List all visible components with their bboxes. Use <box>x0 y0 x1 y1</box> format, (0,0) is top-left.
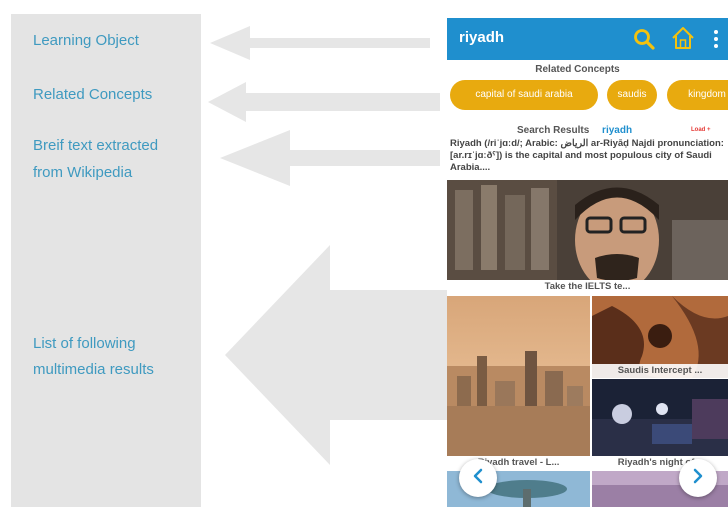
app-title: riyadh <box>459 29 505 46</box>
arrow-brief-text <box>220 130 440 186</box>
home-icon[interactable] <box>669 24 697 57</box>
search-results-label: Search Results <box>517 125 590 136</box>
arrow-related-concepts <box>208 82 440 122</box>
menu-icon[interactable] <box>713 29 719 54</box>
app-bar: riyadh <box>447 18 728 60</box>
concept-chip[interactable]: capital of saudi arabia <box>450 80 598 110</box>
arrow-learning-object <box>210 26 430 60</box>
related-concepts-heading: Related Concepts <box>535 64 620 75</box>
concept-chip[interactable]: kingdom <box>667 80 728 110</box>
video-thumbnail[interactable] <box>592 379 728 456</box>
search-results-line: Search Results riyadh <box>517 125 632 136</box>
load-more-link[interactable]: Load + <box>691 127 711 133</box>
video-caption: Take the IELTS te... <box>447 280 728 294</box>
search-query: riyadh <box>602 125 633 136</box>
previous-button[interactable] <box>459 459 497 497</box>
search-icon[interactable] <box>632 27 656 56</box>
chevron-right-icon <box>691 468 705 489</box>
chevron-left-icon <box>471 468 485 489</box>
video-thumbnail[interactable] <box>447 296 590 456</box>
next-button[interactable] <box>679 459 717 497</box>
video-caption: Saudis Intercept ... <box>592 364 728 378</box>
concept-chip[interactable]: saudis <box>607 80 657 110</box>
app-screenshot: riyadh Related Concepts capital of saudi… <box>447 18 728 507</box>
arrow-multimedia <box>225 245 447 465</box>
video-thumbnail[interactable] <box>447 180 728 280</box>
wikipedia-excerpt: Riyadh (/riˈjɑːd/; Arabic: الرياض‎ ar-Ri… <box>450 138 724 173</box>
